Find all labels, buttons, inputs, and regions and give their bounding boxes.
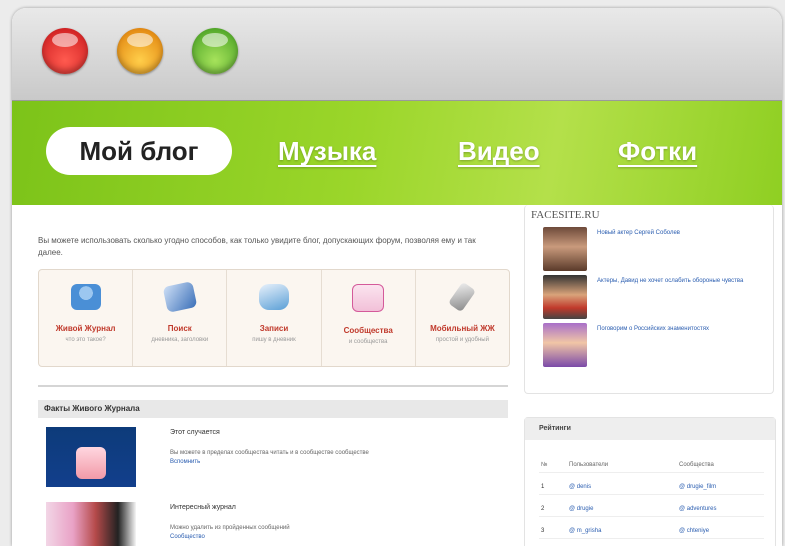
divider (38, 385, 508, 387)
post-link[interactable]: Сообщество (170, 534, 205, 540)
post-text: Можно удалить из пройденных сообщений Соо… (170, 525, 290, 540)
feature-item[interactable]: Живой Журнал что это такое? (39, 270, 134, 366)
post-link[interactable]: Вспомнить (170, 459, 200, 465)
tab-music[interactable]: Музыка (278, 127, 376, 175)
post-title[interactable]: Интересный журнал (170, 504, 236, 511)
feature-panel: Живой Журнал что это такое? Поиск дневни… (38, 269, 510, 367)
rating-title: Рейтинги (525, 418, 775, 440)
page-content: Вы можете использовать сколько угодно сп… (12, 205, 782, 546)
avatar[interactable] (543, 227, 587, 271)
table-header: № Пользователи Сообщества (539, 458, 764, 473)
card-icon (162, 281, 198, 313)
user-link[interactable]: @ denis (569, 480, 591, 494)
phone-icon (448, 281, 477, 313)
cake-image (76, 447, 106, 479)
intro-text: Вы можете использовать сколько угодно сп… (38, 236, 476, 257)
list-item[interactable]: Новый актер Сергей Соболев (525, 227, 773, 275)
tab-video[interactable]: Видео (458, 127, 540, 175)
post-title[interactable]: Этот случается (170, 429, 220, 436)
rank-cell: 1 (541, 484, 545, 490)
community-link[interactable]: @ drugie_film (679, 480, 716, 494)
post-text: Вы можете в пределах сообщества читать и… (170, 450, 369, 465)
rank-cell: 3 (541, 528, 545, 534)
disk-icon (259, 284, 289, 310)
item-link[interactable]: Актеры, Давид не хочет ослабить обороные… (597, 277, 767, 285)
list-item[interactable]: Поговорим о Российских знаменитостях (525, 323, 773, 371)
list-item[interactable]: Актеры, Давид не хочет ослабить обороные… (525, 275, 773, 323)
chat-icon (352, 284, 385, 312)
facesite-box: FACESITE.RU Новый актер Сергей Соболев А… (524, 205, 774, 394)
close-button[interactable] (42, 28, 88, 74)
person-icon (70, 284, 101, 310)
table-row: 2 @ drugie @ adventures (539, 502, 764, 517)
feature-subtitle: что это такое? (65, 337, 106, 343)
column-header: Сообщества (679, 462, 714, 468)
box-title: FACESITE.RU (531, 209, 600, 221)
feature-title: Поиск (167, 324, 192, 333)
title-bar (12, 8, 782, 101)
feature-title: Записи (259, 324, 289, 333)
post-thumbnail[interactable] (46, 427, 136, 487)
feature-item[interactable]: Поиск дневника, заголовки (133, 270, 228, 366)
browser-window: Мой блог Музыка Видео Фотки Вы можете ис… (12, 8, 782, 546)
section-title: Факты Живого Журнала (38, 400, 508, 418)
feature-subtitle: дневника, заголовки (151, 337, 209, 343)
item-link[interactable]: Поговорим о Российских знаменитостях (597, 325, 767, 333)
sidebar: FACESITE.RU Новый актер Сергей Соболев А… (524, 205, 774, 394)
feature-title: Мобильный ЖЖ (430, 324, 495, 333)
zoom-button[interactable] (192, 28, 238, 74)
rank-cell: 2 (541, 506, 545, 512)
column-header: № (541, 462, 548, 468)
feature-title: Сообщества (343, 326, 393, 335)
table-row: 3 @ m_grisha @ chteniye (539, 524, 764, 539)
feature-subtitle: простой и удобный (435, 337, 489, 343)
feature-title: Живой Журнал (55, 324, 116, 333)
feature-item[interactable]: Мобильный ЖЖ простой и удобный (416, 270, 509, 366)
rating-box: Рейтинги № Пользователи Сообщества 1 @ d… (524, 417, 776, 546)
feature-subtitle: пишу в дневник (252, 337, 296, 343)
tab-photos[interactable]: Фотки (618, 127, 697, 175)
column-header: Пользователи (569, 462, 609, 468)
table-row: 1 @ denis @ drugie_film (539, 480, 764, 495)
feature-item[interactable]: Сообщества и сообщества (322, 270, 416, 366)
feature-subtitle: и сообщества (348, 339, 388, 345)
minimize-button[interactable] (117, 28, 163, 74)
item-link[interactable]: Новый актер Сергей Соболев (597, 229, 767, 237)
community-link[interactable]: @ chteniye (679, 524, 709, 538)
user-link[interactable]: @ m_grisha (569, 524, 601, 538)
post-thumbnail[interactable] (46, 502, 136, 546)
main-navigation: Мой блог Музыка Видео Фотки (12, 101, 782, 205)
avatar[interactable] (543, 323, 587, 367)
community-link[interactable]: @ adventures (679, 502, 716, 516)
tab-my-blog[interactable]: Мой блог (46, 127, 232, 175)
avatar[interactable] (543, 275, 587, 319)
user-link[interactable]: @ drugie (569, 502, 593, 516)
feature-item[interactable]: Записи пишу в дневник (227, 270, 322, 366)
